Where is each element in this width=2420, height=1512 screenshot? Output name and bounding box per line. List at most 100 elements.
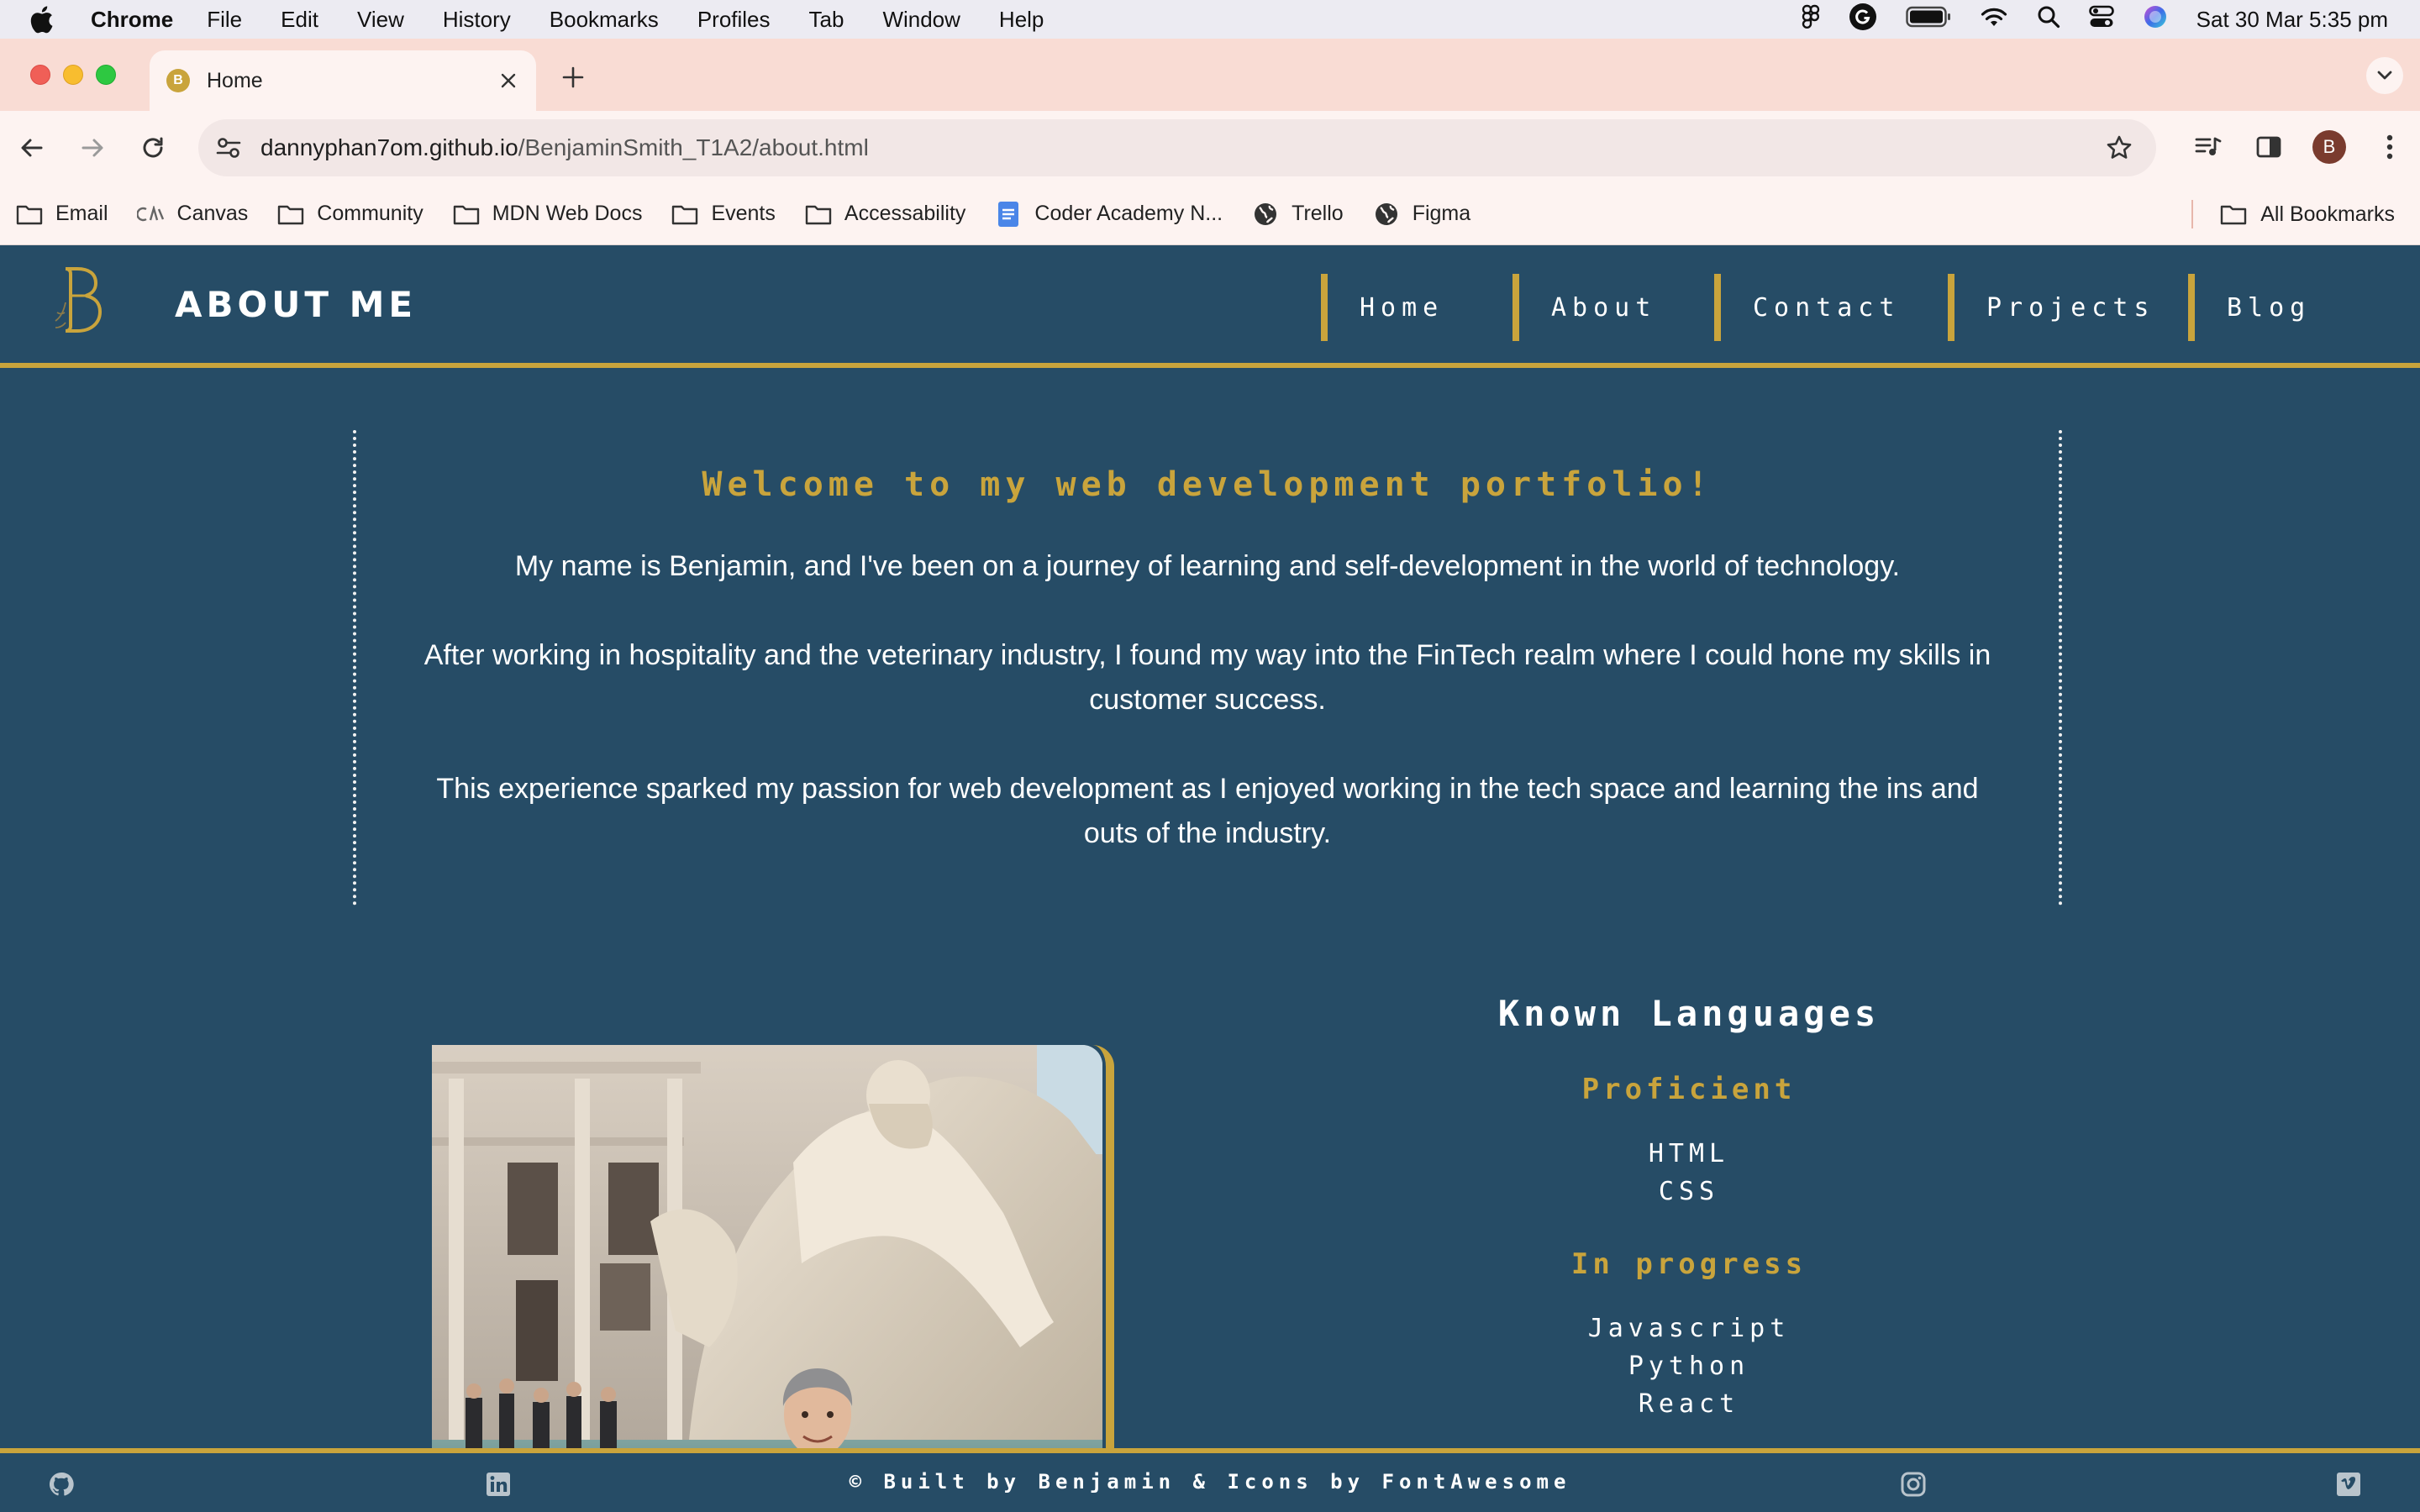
fullscreen-window-button[interactable] [96,65,116,85]
google-doc-icon [994,201,1023,227]
bookmark-email[interactable]: Email [15,202,108,226]
bookmark-label: Events [711,202,776,225]
web-page: ABOUT ME Home About Contact Projects Blo… [0,245,2420,1512]
page-title: ABOUT ME [175,284,418,325]
nav-link-home[interactable]: Home [1321,274,1444,341]
instagram-icon[interactable] [1899,1470,1928,1499]
wifi-icon[interactable] [1980,6,2008,34]
bookmark-figma[interactable]: Figma [1372,202,1470,226]
tab-search-chevron-icon[interactable] [2366,57,2403,94]
url-text[interactable]: dannyphan7om.github.io/BenjaminSmith_T1A… [260,134,2101,161]
folder-icon [2220,202,2249,226]
site-header: ABOUT ME Home About Contact Projects Blo… [0,245,2420,368]
grammarly-icon[interactable] [1849,3,1877,37]
bookmark-trello[interactable]: Trello [1251,202,1344,226]
minimize-window-button[interactable] [63,65,83,85]
control-center-icon[interactable] [2088,5,2114,34]
bookmark-coder-academy[interactable]: Coder Academy N... [994,201,1223,227]
bookmark-label: Community [317,202,424,225]
address-bar[interactable]: dannyphan7om.github.io/BenjaminSmith_T1A… [198,119,2156,176]
new-tab-plus-icon[interactable] [558,62,588,92]
apple-icon[interactable] [29,5,67,34]
passion-paragraph: This experience sparked my passion for w… [436,773,1979,849]
background-paragraph: After working in hospitality and the vet… [424,639,1991,716]
nav-link-contact[interactable]: Contact [1714,274,1900,341]
b-logo[interactable] [52,262,109,339]
spotlight-search-icon[interactable] [2037,5,2060,34]
language-item: Javascript [1587,1314,1791,1343]
clock[interactable]: Sat 30 Mar 5:35 pm [2196,7,2388,33]
known-languages-section: Known Languages Proficient HTML CSS In p… [1428,993,1949,1423]
menu-bookmarks[interactable]: Bookmarks [550,7,659,33]
bookmark-label: MDN Web Docs [492,202,643,225]
url-host: dannyphan7om.github.io [260,134,518,160]
menu-window[interactable]: Window [882,7,960,33]
globe-icon [1251,202,1280,226]
folder-icon [15,202,44,226]
bookmark-community[interactable]: Community [276,202,424,226]
bookmark-label: Accessability [844,202,966,225]
bookmarks-bar: Email Canvas Community MDN Web Docs Even… [0,183,2420,245]
in-progress-list: Javascript Python React [1428,1310,1949,1423]
bookmark-canvas[interactable]: Canvas [136,202,249,226]
bookmark-label: Email [55,202,108,225]
profile-photo-frame [432,1045,1114,1512]
profile-initial: B [2312,130,2346,164]
reload-icon[interactable] [134,129,171,166]
more-menu-icon[interactable] [2371,129,2408,165]
tab-title: Home [207,68,263,92]
proficient-heading: Proficient [1581,1073,1797,1106]
welcome-section: Welcome to my web development portfolio!… [353,430,2062,906]
intro-paragraph: My name is Benjamin, and I've been on a … [514,550,1901,582]
bookmark-label: Trello [1292,202,1344,225]
menu-history[interactable]: History [443,7,511,33]
menu-app-chrome[interactable]: Chrome [91,7,173,33]
vimeo-icon[interactable] [2334,1470,2363,1499]
profile-photo [432,1045,1102,1512]
folder-icon [276,202,305,226]
folder-icon [452,202,481,226]
nav-link-blog[interactable]: Blog [2188,274,2311,341]
menu-tab[interactable]: Tab [809,7,844,33]
menu-edit[interactable]: Edit [281,7,318,33]
proficient-list: HTML CSS [1428,1135,1949,1210]
menu-file[interactable]: File [207,7,242,33]
folder-icon [804,202,833,226]
close-tab-icon[interactable] [496,68,521,93]
siri-icon[interactable] [2143,4,2168,35]
forward-arrow-icon[interactable] [74,129,111,166]
figma-status-icon[interactable] [1802,4,1820,35]
battery-icon[interactable] [1905,6,1951,34]
media-control-icon[interactable] [2190,129,2227,165]
bookmark-mdn-web-docs[interactable]: MDN Web Docs [452,202,643,226]
bookmark-events[interactable]: Events [671,202,776,226]
footer-credit: © Built by Benjamin & Icons by FontAweso… [849,1470,1571,1494]
language-item: React [1638,1389,1740,1419]
language-item: HTML [1648,1139,1730,1168]
site-info-tune-icon[interactable] [212,131,245,165]
in-progress-heading: In progress [1570,1247,1807,1281]
all-bookmarks-label: All Bookmarks [2260,202,2395,226]
tab-home[interactable]: B Home [150,50,536,111]
bookmark-accessability[interactable]: Accessability [804,202,966,226]
site-footer: © Built by Benjamin & Icons by FontAweso… [0,1448,2420,1512]
back-arrow-icon[interactable] [13,129,50,166]
bookmark-label: Canvas [176,202,249,225]
menu-help[interactable]: Help [999,7,1044,33]
site-favicon-icon: B [166,69,190,92]
bookmark-label: Coder Academy N... [1034,202,1223,225]
profile-avatar[interactable]: B [2311,129,2348,165]
close-window-button[interactable] [30,65,50,85]
os-menubar: Chrome File Edit View History Bookmarks … [0,0,2420,39]
side-panel-icon[interactable] [2250,129,2287,165]
languages-heading: Known Languages [1497,993,1881,1034]
menu-profiles[interactable]: Profiles [697,7,771,33]
canvas-icon [136,202,166,226]
nav-link-about[interactable]: About [1512,274,1656,341]
all-bookmarks[interactable]: All Bookmarks [2191,183,2395,245]
menu-view[interactable]: View [357,7,404,33]
nav-link-projects[interactable]: Projects [1948,274,2155,341]
language-item: Python [1628,1352,1750,1381]
bookmark-star-icon[interactable] [2101,129,2138,166]
globe-icon [1372,202,1401,226]
